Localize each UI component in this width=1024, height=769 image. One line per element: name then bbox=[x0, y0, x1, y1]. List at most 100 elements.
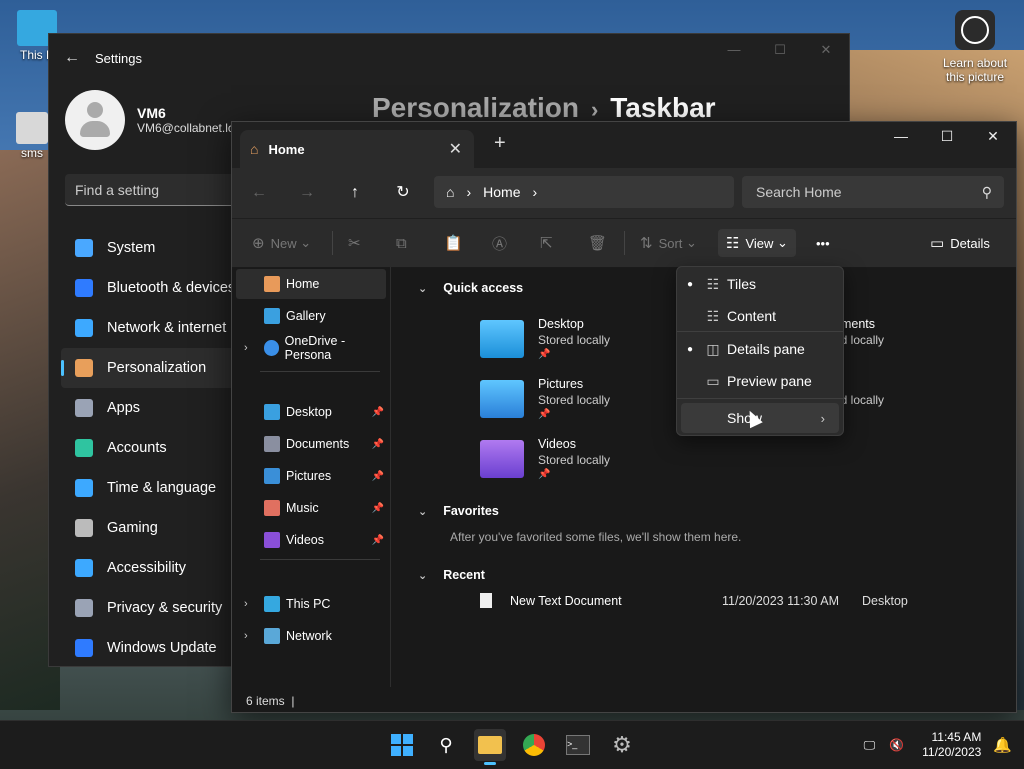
chevron-down-icon[interactable]: ⌄ bbox=[418, 282, 427, 295]
nav-onedrive[interactable]: › OneDrive - Persona bbox=[236, 333, 386, 363]
pictures-folder-icon bbox=[480, 379, 524, 418]
person-icon bbox=[75, 439, 93, 457]
chevron-down-icon[interactable]: ⌄ bbox=[418, 505, 427, 518]
rename-icon[interactable]: Ⓐ bbox=[492, 229, 513, 257]
nav-network[interactable]: › Network bbox=[236, 621, 386, 651]
address-bar[interactable]: ⌂ › Home › bbox=[434, 176, 734, 208]
nav-this-pc[interactable]: › This PC bbox=[236, 589, 386, 619]
quick-item-pictures[interactable]: Pictures Stored locally 📌 bbox=[480, 377, 610, 420]
details-pane-icon: ▭ bbox=[930, 235, 945, 252]
desktop-icon-sms[interactable]: sms bbox=[12, 112, 52, 160]
file-explorer-taskbar-button[interactable] bbox=[474, 729, 506, 765]
settings-window-controls: — ☐ ✕ bbox=[711, 34, 849, 66]
back-arrow-icon[interactable]: ← bbox=[49, 49, 95, 67]
learn-about-picture[interactable]: Learn about this picture bbox=[940, 10, 1010, 84]
pin-icon: 📌 bbox=[538, 469, 551, 480]
volume-muted-icon[interactable]: 🔇 bbox=[889, 738, 904, 752]
explorer-window-controls: — ☐ ✕ bbox=[878, 122, 1016, 152]
terminal-taskbar-button[interactable]: >_ bbox=[562, 729, 594, 761]
system-tray: 🖵 🔇 11:45 AM 11/20/2023 🔔 bbox=[864, 721, 1024, 769]
breadcrumb-taskbar: Taskbar bbox=[610, 92, 716, 123]
chevron-right-icon[interactable]: › bbox=[533, 184, 538, 200]
recent-file-row[interactable]: New Text Document 11/20/2023 11:30 AM De… bbox=[480, 593, 1000, 608]
nav-pinned-item[interactable]: Pictures 📌 bbox=[236, 461, 386, 491]
status-bar: 6 items | bbox=[246, 694, 295, 708]
address-home[interactable]: Home bbox=[483, 184, 520, 200]
cut-icon[interactable]: ✂ bbox=[348, 229, 367, 257]
desktop-folder-icon bbox=[480, 319, 524, 358]
clock[interactable]: 11:45 AM 11/20/2023 bbox=[922, 730, 981, 760]
view-menu-item[interactable]: ▭ Preview pane bbox=[681, 366, 839, 396]
section-favorites[interactable]: ⌄ Favorites bbox=[418, 504, 499, 518]
update-icon bbox=[75, 639, 93, 657]
gear-file-icon bbox=[16, 112, 48, 144]
new-tab-button[interactable]: + bbox=[494, 132, 506, 155]
chevron-down-icon[interactable]: ⌄ bbox=[418, 569, 427, 582]
notification-bell-icon[interactable]: 🔔 bbox=[993, 736, 1012, 754]
quick-item-videos[interactable]: Videos Stored locally 📌 bbox=[480, 437, 610, 480]
camera-info-icon bbox=[955, 10, 995, 50]
chevron-right-icon[interactable]: › bbox=[244, 598, 248, 610]
network-status-icon[interactable]: 🖵 bbox=[864, 738, 876, 753]
sort-button[interactable]: ⇅ Sort ⌄ bbox=[640, 229, 697, 257]
details-button[interactable]: ▭ Details bbox=[930, 229, 990, 257]
forward-arrow-icon[interactable]: → bbox=[292, 180, 322, 206]
breadcrumb-personalization[interactable]: Personalization bbox=[372, 92, 579, 123]
view-menu-item[interactable]: ☷ Content bbox=[681, 301, 839, 331]
nav-gallery[interactable]: Gallery bbox=[236, 301, 386, 331]
home-icon: ⌂ bbox=[250, 141, 259, 157]
view-icon: ☷ bbox=[726, 235, 740, 252]
nav-pinned-item[interactable]: Documents 📌 bbox=[236, 429, 386, 459]
tab-home[interactable]: ⌂ Home ✕ bbox=[240, 130, 474, 168]
share-icon[interactable]: ⇱ bbox=[540, 229, 559, 257]
nav-pinned-item[interactable]: Music 📌 bbox=[236, 493, 386, 523]
back-arrow-icon[interactable]: ← bbox=[244, 180, 274, 206]
section-quick-access[interactable]: ⌄ Quick access bbox=[418, 281, 523, 295]
folder-icon bbox=[264, 404, 280, 420]
delete-icon[interactable]: 🗑 bbox=[588, 229, 613, 257]
file-explorer-window: ⌂ Home ✕ + — ☐ ✕ ← → ↑ ↻ ⌂ › Home › Sear… bbox=[231, 121, 1017, 713]
pin-icon: 📌 bbox=[538, 349, 551, 360]
search-input[interactable]: Search Home ⚲ bbox=[742, 176, 1004, 208]
quick-item-desktop[interactable]: Desktop Stored locally 📌 bbox=[480, 317, 610, 360]
chevron-right-icon[interactable]: › bbox=[244, 630, 248, 642]
paste-icon[interactable]: 📋 bbox=[444, 229, 469, 257]
view-menu-item[interactable]: ● ☷ Tiles bbox=[681, 269, 839, 299]
view-button[interactable]: ☷ View ⌄ bbox=[718, 229, 796, 257]
chevron-right-icon: › bbox=[466, 184, 472, 200]
refresh-icon[interactable]: ↻ bbox=[388, 180, 418, 206]
divider bbox=[260, 559, 380, 560]
apps-icon bbox=[75, 399, 93, 417]
nav-pinned-item[interactable]: Desktop 📌 bbox=[236, 397, 386, 427]
folder-icon bbox=[264, 532, 280, 548]
chrome-taskbar-button[interactable] bbox=[518, 729, 550, 761]
tiles-icon: ☷ bbox=[706, 275, 720, 292]
shield-icon bbox=[75, 599, 93, 617]
chevron-right-icon[interactable]: › bbox=[244, 342, 248, 354]
home-icon: ⌂ bbox=[446, 184, 455, 200]
monitor-icon bbox=[75, 239, 93, 257]
nav-pinned-item[interactable]: Videos 📌 bbox=[236, 525, 386, 555]
copy-icon[interactable]: ⧉ bbox=[396, 229, 413, 257]
close-button[interactable]: ✕ bbox=[803, 34, 849, 66]
pin-icon: 📌 bbox=[371, 438, 384, 450]
windows-logo-icon bbox=[391, 734, 413, 756]
view-menu-item[interactable]: ● ◫ Details pane bbox=[681, 334, 839, 364]
maximize-button[interactable]: ☐ bbox=[924, 122, 970, 152]
new-button[interactable]: ⊕ New ⌄ bbox=[252, 229, 311, 257]
minimize-button[interactable]: — bbox=[878, 122, 924, 152]
maximize-button[interactable]: ☐ bbox=[757, 34, 803, 66]
start-button[interactable] bbox=[386, 729, 418, 761]
up-arrow-icon[interactable]: ↑ bbox=[340, 180, 370, 206]
user-profile[interactable]: VM6 VM6@collabnet.lc bbox=[65, 90, 234, 150]
nav-home[interactable]: Home bbox=[236, 269, 386, 299]
see-more-button[interactable]: ••• bbox=[816, 229, 830, 257]
divider bbox=[624, 231, 625, 255]
section-recent[interactable]: ⌄ Recent bbox=[418, 568, 485, 582]
minimize-button[interactable]: — bbox=[711, 34, 757, 66]
settings-taskbar-button[interactable]: ⚙ bbox=[606, 729, 638, 761]
search-icon[interactable]: ⚲ bbox=[430, 729, 462, 761]
details-pane-icon: ◫ bbox=[706, 340, 720, 357]
close-tab-icon[interactable]: ✕ bbox=[449, 139, 462, 159]
close-button[interactable]: ✕ bbox=[970, 122, 1016, 152]
